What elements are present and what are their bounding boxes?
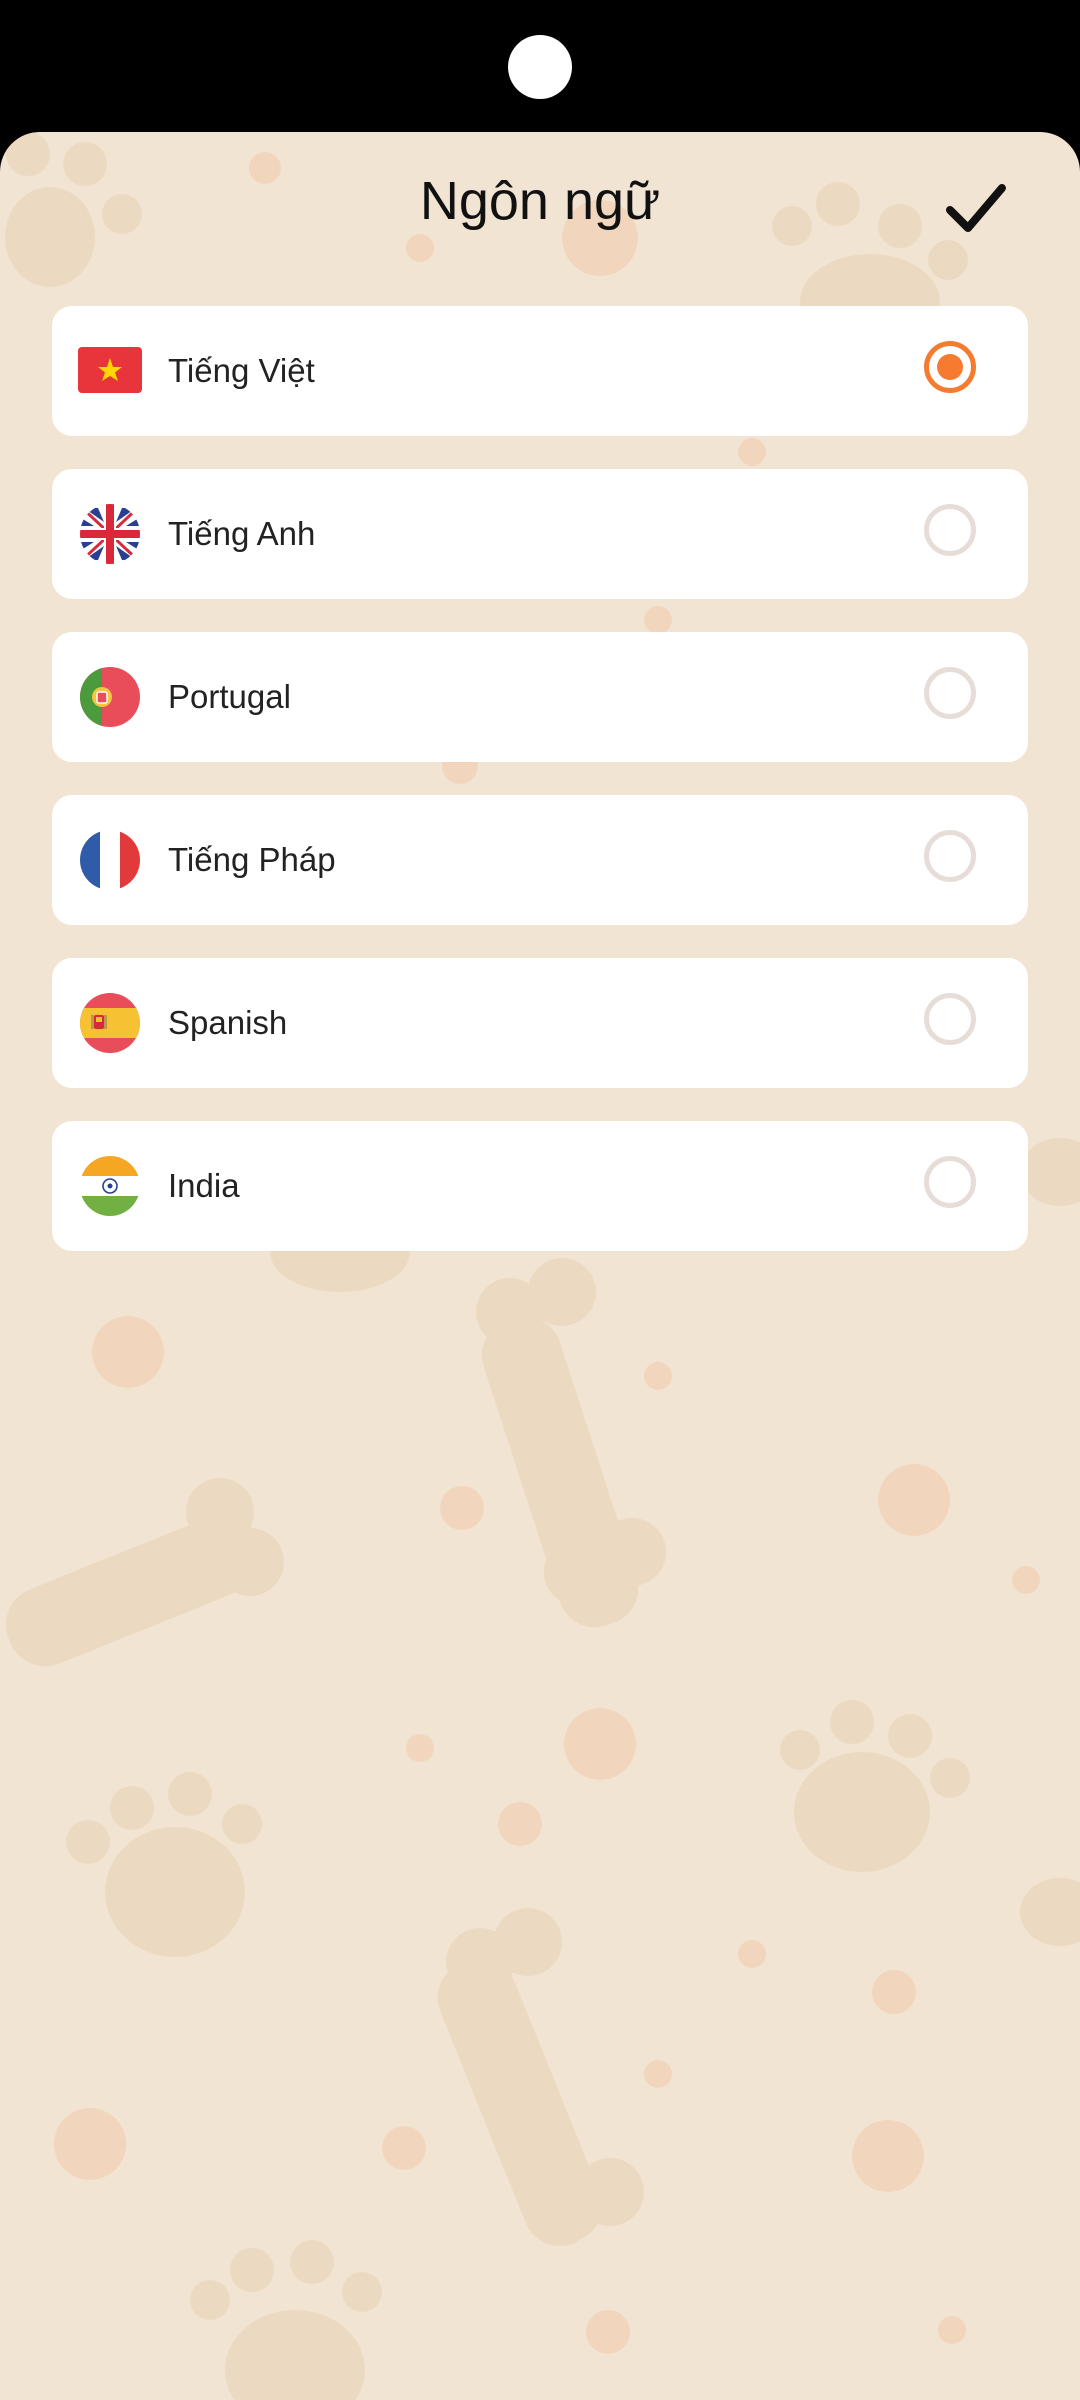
radio-button[interactable]: [924, 993, 976, 1045]
language-label: Tiếng Anh: [168, 515, 316, 552]
language-item-portuguese[interactable]: Portugal: [52, 632, 1028, 762]
language-item-french[interactable]: Tiếng Pháp: [52, 795, 1028, 925]
radio-button[interactable]: [924, 504, 976, 556]
confirm-button[interactable]: [936, 168, 1016, 248]
radio-button[interactable]: [924, 1156, 976, 1208]
bone-icon: [476, 1258, 666, 1628]
bone-icon: [5, 1478, 284, 1667]
paw-icon: [190, 2240, 382, 2400]
language-label: Spanish: [168, 1004, 288, 1041]
flag-uk: [78, 504, 142, 564]
language-list: Tiếng Việt Tiếng Anh Portugal Tiếng Pháp…: [52, 306, 1028, 1284]
spain-flag-icon: [80, 993, 140, 1053]
checkmark-icon: [946, 184, 1006, 232]
language-screen: Ngôn ngữ Tiếng Việt Tiếng Anh Portugal T…: [0, 132, 1080, 2400]
language-label: Portugal: [168, 678, 291, 715]
language-item-spanish[interactable]: Spanish: [52, 958, 1028, 1088]
flag-vietnam: [78, 341, 142, 401]
paw-icon: [780, 1700, 970, 1872]
france-flag-icon: [80, 830, 140, 890]
language-label: Tiếng Việt: [168, 352, 315, 389]
radio-button-selected[interactable]: [924, 341, 976, 393]
header: Ngôn ngữ: [0, 132, 1080, 272]
language-label: India: [168, 1167, 240, 1204]
flag-france: [78, 830, 142, 890]
paw-icon: [66, 1772, 262, 1957]
india-flag-icon: [80, 1156, 140, 1216]
language-item-vietnamese[interactable]: Tiếng Việt: [52, 306, 1028, 436]
flag-portugal: [78, 667, 142, 727]
language-item-india[interactable]: India: [52, 1121, 1028, 1251]
status-bar: [0, 0, 1080, 132]
camera-cutout: [508, 35, 572, 99]
bone-icon: [437, 1908, 644, 2246]
vietnam-flag-icon: [78, 347, 142, 393]
page-title: Ngôn ngữ: [419, 171, 661, 231]
radio-button[interactable]: [924, 667, 976, 719]
portugal-flag-icon: [80, 667, 140, 727]
radio-button[interactable]: [924, 830, 976, 882]
language-label: Tiếng Pháp: [168, 841, 336, 878]
language-item-english[interactable]: Tiếng Anh: [52, 469, 1028, 599]
flag-india: [78, 1156, 142, 1216]
uk-flag-icon: [80, 504, 140, 564]
flag-spain: [78, 993, 142, 1053]
